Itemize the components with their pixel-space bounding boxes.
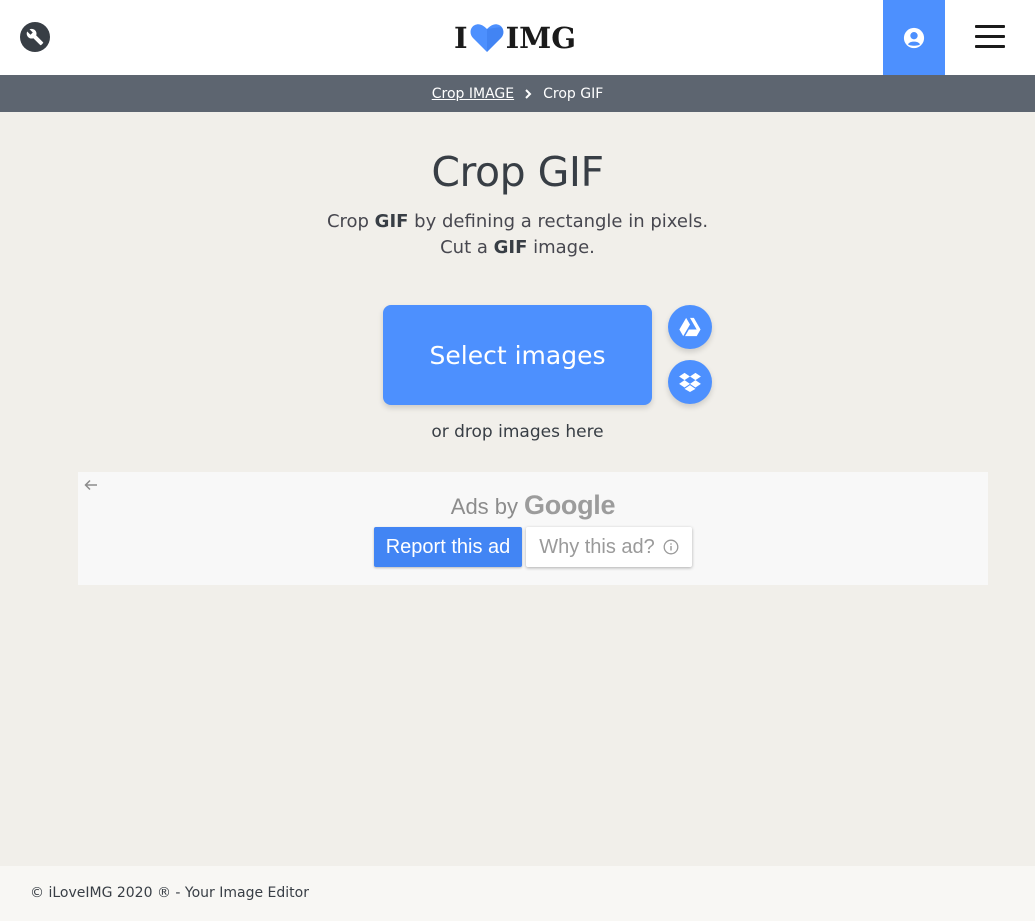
footer-copyright: © iLoveIMG 2020 ® - Your Image Editor xyxy=(30,885,309,901)
info-icon xyxy=(663,539,679,555)
ads-by-text: Ads by xyxy=(450,494,519,519)
user-account-button[interactable] xyxy=(883,0,945,75)
wrench-icon xyxy=(26,28,44,46)
breadcrumb-current: Crop GIF xyxy=(543,85,604,102)
why-this-ad-label: Why this ad? xyxy=(539,535,655,558)
chevron-right-icon xyxy=(524,88,532,99)
dropbox-icon xyxy=(679,372,701,392)
report-ad-button[interactable]: Report this ad xyxy=(374,527,522,567)
hamburger-menu-button[interactable] xyxy=(975,25,1005,49)
breadcrumb-link-crop-image[interactable]: Crop IMAGE xyxy=(432,86,514,102)
footer: © iLoveIMG 2020 ® - Your Image Editor xyxy=(0,866,1035,921)
logo[interactable]: I IMG xyxy=(454,20,576,56)
user-circle-icon xyxy=(903,27,925,48)
subtitle-line-1: Crop GIF by defining a rectangle in pixe… xyxy=(326,211,709,232)
logo-text-i: I xyxy=(454,21,468,55)
breadcrumb: Crop IMAGE Crop GIF xyxy=(0,75,1035,112)
drop-images-hint: or drop images here xyxy=(431,422,604,442)
google-drive-icon xyxy=(679,317,701,337)
dropbox-button[interactable] xyxy=(668,360,712,404)
menu-line xyxy=(975,45,1005,48)
menu-line xyxy=(975,35,1005,38)
page-title: Crop GIF xyxy=(431,148,604,196)
select-images-button[interactable]: Select images xyxy=(383,305,652,405)
google-drive-button[interactable] xyxy=(668,305,712,349)
why-this-ad-button[interactable]: Why this ad? xyxy=(526,527,692,567)
page-subtitle: Crop GIF by defining a rectangle in pixe… xyxy=(0,209,1035,261)
ad-container: Ads by Google Report this ad Why this ad… xyxy=(78,472,988,585)
menu-line xyxy=(975,25,1005,28)
subtitle-line-2: Cut a GIF image. xyxy=(440,237,595,258)
ads-by-google-label: Ads by Google xyxy=(78,490,988,521)
top-navbar: I IMG xyxy=(0,0,1035,75)
logo-text-img: IMG xyxy=(505,21,577,55)
tools-button[interactable] xyxy=(20,22,50,52)
google-wordmark: Google xyxy=(524,490,616,520)
heart-icon xyxy=(470,23,504,53)
